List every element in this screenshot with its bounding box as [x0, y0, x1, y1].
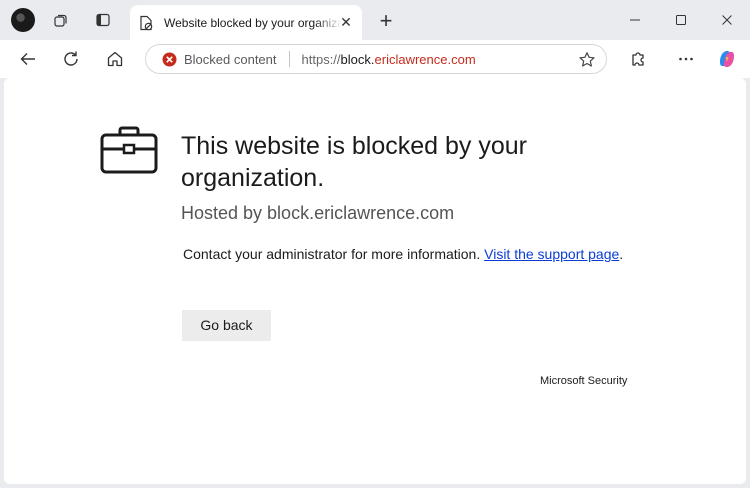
home-icon — [107, 51, 123, 67]
new-tab-button[interactable]: + — [374, 10, 398, 34]
hosted-by-text: Hosted by block.ericlawrence.com — [181, 203, 455, 223]
blocked-content-badge[interactable]: Blocked content — [162, 52, 277, 67]
navigation-toolbar: Blocked content https://block.ericlawren… — [0, 40, 750, 78]
workspaces-icon[interactable] — [49, 8, 73, 32]
favorite-star-icon[interactable] — [578, 51, 596, 69]
microsoft-security-footer: Microsoft Security — [540, 375, 628, 387]
briefcase-icon — [100, 126, 158, 174]
refresh-button[interactable] — [58, 46, 84, 72]
profile-avatar[interactable] — [11, 8, 35, 32]
close-window-button[interactable] — [715, 8, 739, 32]
go-back-button[interactable]: Go back — [182, 310, 271, 341]
address-separator — [288, 51, 290, 67]
tab-title: Website blocked by your organization — [164, 15, 342, 30]
page-content: This website is blocked by your organiza… — [4, 78, 746, 484]
maximize-button[interactable] — [669, 8, 693, 32]
blocked-icon — [162, 52, 177, 66]
puzzle-icon — [632, 52, 644, 66]
extensions-button[interactable] — [625, 46, 651, 72]
contact-period: . — [619, 246, 624, 262]
tab-close-icon[interactable]: ✕ — [338, 14, 354, 30]
home-button[interactable] — [102, 46, 128, 72]
minimize-button[interactable] — [623, 8, 647, 32]
back-button[interactable] — [15, 46, 41, 72]
copilot-button[interactable] — [714, 46, 740, 72]
tab-actions-icon[interactable] — [91, 8, 115, 32]
back-arrow-icon — [20, 53, 35, 65]
tab-strip: Website blocked by your organization ✕ + — [0, 0, 750, 40]
blocked-content-label: Blocked content — [184, 51, 277, 67]
page-favicon-icon — [138, 15, 154, 31]
support-page-link[interactable]: Visit the support page — [484, 246, 619, 262]
copilot-icon — [720, 51, 734, 67]
refresh-icon — [64, 51, 78, 66]
url-text[interactable]: https://block.ericlawrence.com — [302, 52, 476, 67]
page-title: This website is blocked by your organiza… — [181, 132, 527, 192]
more-button[interactable] — [673, 46, 699, 72]
active-tab[interactable]: Website blocked by your organization ✕ — [130, 5, 362, 40]
contact-text: Contact your administrator for more info… — [183, 246, 481, 262]
more-icon — [679, 57, 693, 61]
contact-message: Contact your administrator for more info… — [183, 243, 633, 265]
address-bar[interactable]: Blocked content https://block.ericlawren… — [145, 44, 607, 74]
